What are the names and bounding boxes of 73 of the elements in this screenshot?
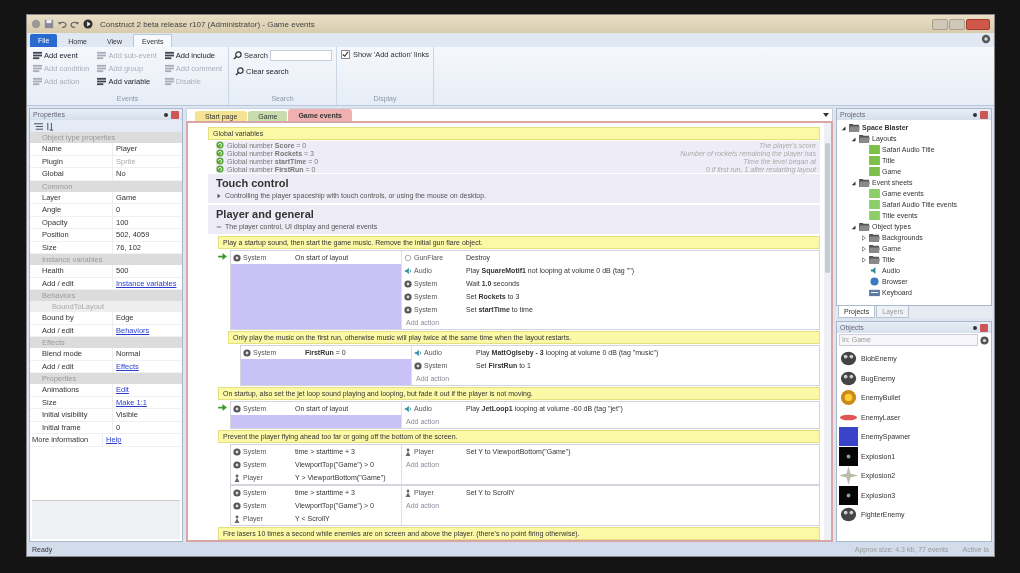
folder-icon: [869, 233, 880, 242]
search-field[interactable]: [269, 50, 332, 61]
categorized-icon[interactable]: [34, 121, 43, 131]
list-icon: [164, 51, 174, 60]
group-title: Player and general: [216, 207, 315, 221]
gear-icon[interactable]: [980, 335, 989, 345]
folder-icon: [869, 244, 880, 253]
expand-arrow-icon[interactable]: [861, 245, 867, 252]
speaker-icon: [404, 266, 412, 275]
figure-icon: [404, 447, 412, 456]
spark-thumbnail: [839, 466, 858, 486]
list-icon: [33, 64, 42, 73]
expand-arrow-icon[interactable]: [861, 256, 867, 263]
sort-icon[interactable]: [46, 121, 55, 131]
folder-icon: [849, 123, 860, 132]
figure-icon: [233, 473, 241, 482]
list-icon: [97, 51, 107, 60]
figure-icon: [233, 514, 241, 523]
expand-arrow-icon[interactable]: [861, 234, 867, 241]
square-thumbnail: [839, 446, 858, 466]
pin-icon[interactable]: [973, 112, 977, 117]
circle-icon: [404, 253, 412, 262]
list-icon: [33, 77, 42, 86]
play-icon[interactable]: [83, 19, 93, 29]
gear-icon: [243, 348, 251, 357]
collapse-arrow-icon[interactable]: [841, 124, 847, 131]
close-panel-button[interactable]: [171, 110, 179, 119]
sheet-icon: [869, 200, 880, 209]
dropdown-arrow-icon[interactable]: [823, 113, 829, 117]
speaker-icon: [404, 404, 412, 413]
layout-icon: [869, 156, 880, 165]
pin-icon[interactable]: [973, 325, 977, 330]
speaker-icon: [414, 348, 422, 357]
undo-icon[interactable]: [57, 19, 67, 29]
layout-icon: [869, 145, 880, 154]
folder-icon: [859, 178, 870, 187]
list-icon: [97, 64, 107, 73]
globe-icon: [869, 277, 880, 286]
pin-icon[interactable]: [164, 112, 168, 117]
figure-icon: [404, 488, 412, 497]
window-title: Construct 2 beta release r107 (Administrator) - Game events: [100, 19, 315, 29]
layout-icon: [869, 167, 880, 176]
keyboard-icon: [869, 288, 880, 297]
close-panel-button[interactable]: [980, 110, 988, 119]
sheet-icon: [869, 211, 880, 220]
list-icon: [33, 51, 42, 60]
redo-icon[interactable]: [70, 19, 80, 29]
collapse-arrow-icon[interactable]: [851, 135, 857, 142]
search-icon: [233, 51, 243, 60]
close-button[interactable]: [966, 18, 990, 30]
checkbox[interactable]: [340, 50, 350, 59]
expand-icon[interactable]: [216, 192, 222, 199]
save-icon[interactable]: [44, 19, 54, 29]
scrollbar[interactable]: [824, 123, 831, 540]
gear-icon: [233, 404, 241, 413]
close-panel-button[interactable]: [980, 323, 988, 332]
collapse-arrow-icon[interactable]: [851, 223, 857, 230]
help-icon[interactable]: [981, 34, 991, 44]
folder-icon: [859, 222, 870, 231]
sheet-icon: [869, 189, 880, 198]
folder-icon: [859, 134, 870, 143]
orb-thumbnail: [839, 388, 858, 408]
square-thumbnail: [839, 427, 858, 447]
list-icon: [97, 77, 107, 86]
list-icon: [164, 64, 174, 73]
folder-icon: [869, 255, 880, 264]
search-icon: [235, 67, 245, 76]
square-thumbnail: [839, 485, 858, 505]
gear-icon: [233, 253, 241, 262]
list-icon: [164, 77, 174, 86]
group-title: Touch control: [216, 176, 290, 190]
collapse-arrow-icon[interactable]: [851, 179, 857, 186]
gear-icon: [414, 361, 422, 370]
